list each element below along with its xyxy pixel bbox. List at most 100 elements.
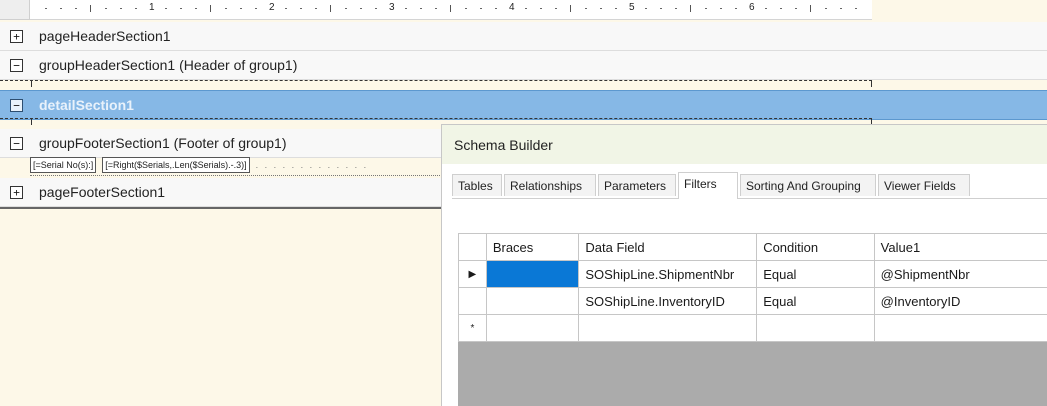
ruler-dot [195, 8, 197, 9]
ruler-tick [810, 5, 811, 12]
band-marker [871, 80, 872, 87]
ruler-dot [420, 8, 422, 9]
tab-filters[interactable]: Filters [678, 172, 738, 199]
ruler-dot [495, 8, 497, 9]
braces-cell[interactable] [486, 288, 579, 315]
expand-icon[interactable]: + [10, 186, 23, 199]
collapse-icon[interactable]: − [10, 59, 23, 72]
serials-expression-field[interactable]: [=Right($Serials,.Len($Serials).-.3)] [102, 157, 249, 173]
column-header-data-field[interactable]: Data Field [579, 234, 757, 261]
ruler-dot [525, 8, 527, 9]
ruler-number: 4 [509, 2, 515, 13]
dialog-titlebar[interactable]: Schema Builder [442, 125, 1047, 164]
ruler-dot [705, 8, 707, 9]
ruler-dot [855, 8, 857, 9]
ruler-number: 2 [269, 2, 275, 13]
data-field-cell[interactable] [579, 315, 757, 342]
value1-cell[interactable]: @InventoryID [874, 288, 1047, 315]
ruler-dot [300, 8, 302, 9]
section-title: groupFooterSection1 (Footer of group1) [39, 135, 286, 151]
grid-header-row: Braces Data Field Condition Value1 [459, 234, 1047, 261]
section-title: pageFooterSection1 [39, 184, 165, 200]
detail-section[interactable]: − detailSection1 [0, 90, 1047, 120]
braces-cell[interactable] [486, 315, 579, 342]
tab-relationships[interactable]: Relationships [504, 174, 596, 196]
braces-cell[interactable] [486, 261, 579, 288]
tab-tables[interactable]: Tables [452, 174, 502, 196]
section-title: groupHeaderSection1 (Header of group1) [39, 57, 297, 73]
current-row-arrow-icon[interactable]: ▶ [459, 261, 487, 288]
ruler-dot [555, 8, 557, 9]
ruler-dot [720, 8, 722, 9]
ruler-corner [0, 0, 30, 20]
ruler-dot [615, 8, 617, 9]
data-field-cell[interactable]: SOShipLine.InventoryID [579, 288, 757, 315]
ruler-dot [480, 8, 482, 9]
ruler-dot [825, 8, 827, 9]
ruler-dot [465, 8, 467, 9]
ruler-dot [120, 8, 122, 9]
ruler-tick [690, 5, 691, 12]
table-row[interactable]: ▶ SOShipLine.ShipmentNbr Equal @Shipment… [459, 261, 1047, 288]
horizontal-ruler: 1 2 3 4 5 6 [30, 0, 872, 20]
ruler-dot [435, 8, 437, 9]
collapse-icon[interactable]: − [10, 137, 23, 150]
tab-sorting-and-grouping[interactable]: Sorting And Grouping [740, 174, 876, 196]
ruler-tick [570, 5, 571, 12]
ruler-dot [135, 8, 137, 9]
ruler-dot [765, 8, 767, 9]
ruler-dot [840, 8, 842, 9]
condition-cell[interactable]: Equal [757, 261, 874, 288]
tab-strip: Tables Relationships Parameters Filters … [452, 172, 1047, 199]
ruler-dot [345, 8, 347, 9]
ruler-dot [360, 8, 362, 9]
ruler-dot [405, 8, 407, 9]
new-row[interactable]: * [459, 315, 1047, 342]
ruler-tick [450, 5, 451, 12]
condition-cell[interactable] [757, 315, 874, 342]
band-marker [31, 80, 32, 87]
collapse-icon[interactable]: − [10, 99, 23, 112]
new-row-asterisk-icon[interactable]: * [459, 315, 487, 342]
ruler-dot [255, 8, 257, 9]
ruler-dot [105, 8, 107, 9]
schema-builder-dialog: Schema Builder Tables Relationships Para… [441, 124, 1047, 406]
column-header-braces[interactable]: Braces [486, 234, 579, 261]
ruler-number: 1 [149, 2, 155, 13]
section-title: detailSection1 [39, 97, 134, 113]
ruler-dot [540, 8, 542, 9]
group-footer-fields: [=Serial No(s):] [=Right($Serials,.Len($S… [30, 157, 440, 176]
ruler-dot [180, 8, 182, 9]
row-header[interactable] [459, 288, 487, 315]
group-header-section[interactable]: − groupHeaderSection1 (Header of group1) [0, 51, 1047, 80]
ruler-dot [225, 8, 227, 9]
ruler-dot [675, 8, 677, 9]
band-boundary [0, 118, 872, 119]
value1-cell[interactable] [874, 315, 1047, 342]
page-bottom-border [0, 207, 441, 209]
column-header-value1[interactable]: Value1 [874, 234, 1047, 261]
ruler-dot [735, 8, 737, 9]
ruler-dot [75, 8, 77, 9]
page-header-section[interactable]: + pageHeaderSection1 [0, 22, 1047, 51]
band-boundary [0, 80, 872, 81]
serial-label-field[interactable]: [=Serial No(s):] [30, 157, 96, 173]
value1-cell[interactable]: @ShipmentNbr [874, 261, 1047, 288]
ruler-tick [90, 5, 91, 12]
dot-leader: . . . . . . . . . . . . . [256, 160, 369, 170]
expand-icon[interactable]: + [10, 30, 23, 43]
table-row[interactable]: SOShipLine.InventoryID Equal @InventoryI… [459, 288, 1047, 315]
section-title: pageHeaderSection1 [39, 28, 171, 44]
condition-cell[interactable]: Equal [757, 288, 874, 315]
dialog-title: Schema Builder [454, 137, 553, 153]
data-field-cell[interactable]: SOShipLine.ShipmentNbr [579, 261, 757, 288]
ruler-dot [285, 8, 287, 9]
row-header-corner [459, 234, 487, 261]
tab-viewer-fields[interactable]: Viewer Fields [878, 174, 970, 196]
tab-parameters[interactable]: Parameters [598, 174, 676, 196]
ruler-dot [375, 8, 377, 9]
ruler-dot [585, 8, 587, 9]
column-header-condition[interactable]: Condition [757, 234, 874, 261]
ruler-dot [600, 8, 602, 9]
ruler-dot [660, 8, 662, 9]
